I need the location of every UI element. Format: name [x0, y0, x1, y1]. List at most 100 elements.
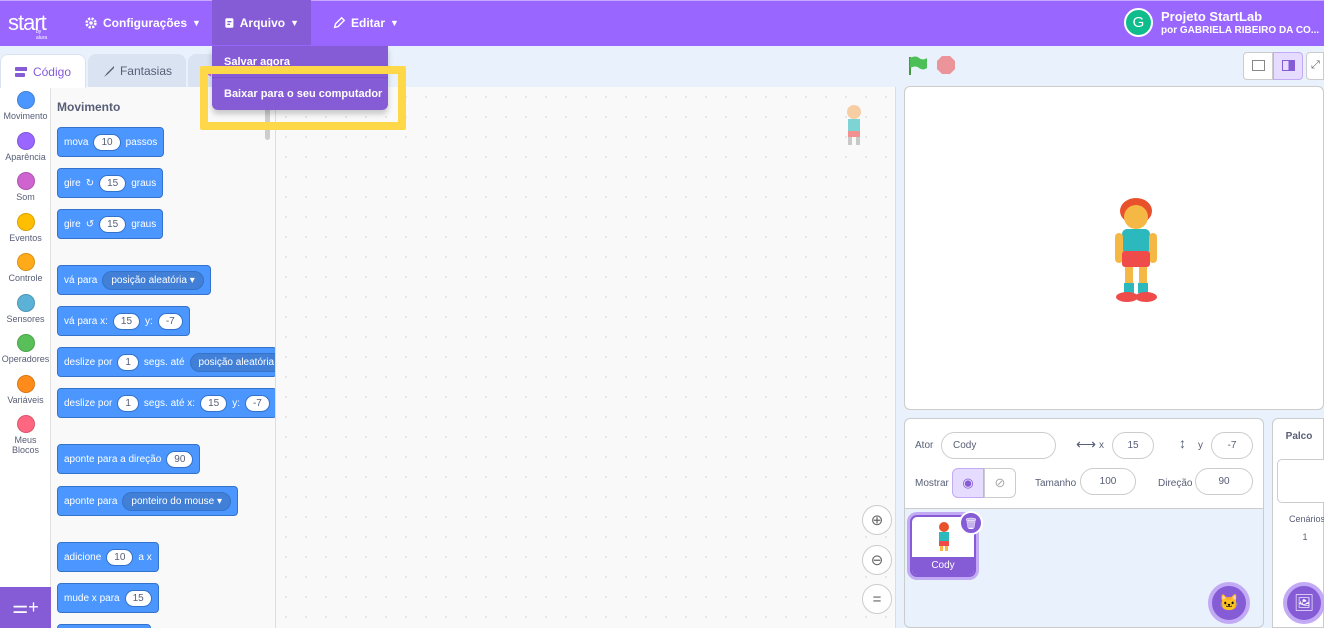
block-partial[interactable] [57, 624, 151, 628]
zoom-in-button[interactable]: ⊕ [862, 505, 892, 535]
block-go-to-xy[interactable]: vá para x: 15 y: -7 [57, 306, 190, 336]
block-go-to[interactable]: vá para posição aleatória ▾ [57, 265, 211, 295]
fullscreen-button[interactable]: ⤢ [1306, 52, 1324, 80]
show-hidden-button[interactable]: ⊘ [984, 468, 1016, 498]
block-input[interactable]: 15 [200, 394, 228, 412]
avatar: G [1124, 8, 1153, 37]
project-author: por GABRIELA RIBEIRO DA CO... [1161, 25, 1320, 36]
sprite-pane: Ator Cody ⟷ x 15 ↕ y -7 Mostrar ◉ ⊘ Tama… [904, 418, 1264, 628]
category-som[interactable]: Som [0, 172, 51, 202]
category-label: Variáveis [7, 394, 44, 405]
zoom-out-icon: ⊖ [870, 552, 884, 569]
block-dropdown[interactable]: posição aleatória ▾ [102, 270, 204, 290]
block-text: segs. até x: [143, 397, 196, 409]
category-label: Movimento [3, 111, 48, 121]
block-move-steps[interactable]: mova 10 passos [57, 127, 165, 157]
block-dropdown[interactable]: posição aleatória [189, 352, 275, 372]
stage-canvas[interactable] [904, 86, 1324, 410]
tab-code[interactable]: Código [0, 54, 86, 88]
dropdown-value: posição aleatória [111, 274, 187, 286]
block-palette: Movimento mova 10 passos gire ↻ 15 graus… [51, 87, 276, 628]
show-visible-button[interactable]: ◉ [952, 468, 984, 498]
code-workspace[interactable]: ⊕ ⊖ = [276, 87, 896, 628]
block-text: aponte para a direção [64, 453, 162, 465]
y-input[interactable]: -7 [1211, 432, 1253, 459]
menu-edit[interactable]: Editar ▼ [320, 0, 411, 45]
menu-settings[interactable]: Configurações ▼ [72, 0, 213, 45]
add-extension-button[interactable]: ⚌+ [0, 587, 51, 628]
delete-sprite-button[interactable]: 🗑 [959, 511, 983, 535]
x-label: x [1099, 440, 1104, 451]
sprite-preview-icon [847, 105, 861, 145]
tab-costumes[interactable]: Fantasias [88, 54, 186, 88]
block-point-towards[interactable]: aponte para ponteiro do mouse ▾ [57, 486, 239, 516]
category-dot-icon [16, 172, 35, 190]
chevron-down-icon: ▼ [390, 17, 399, 28]
backdrops-count: 1 [1302, 532, 1308, 542]
category-variáveis[interactable]: Variáveis [0, 374, 51, 405]
block-text: vá para [64, 274, 98, 286]
block-text: vá para x: [64, 315, 108, 327]
sprite-name-input[interactable]: Cody [941, 432, 1056, 459]
block-input[interactable]: 10 [93, 133, 121, 151]
category-movimento[interactable]: Movimento [0, 91, 51, 121]
block-input[interactable]: 15 [124, 589, 152, 607]
category-eventos[interactable]: Eventos [0, 212, 51, 243]
block-text: gire [64, 177, 81, 189]
category-controle[interactable]: Controle [0, 253, 51, 283]
project-title: Projeto StartLab [1161, 9, 1263, 24]
normal-stage-button[interactable] [1273, 52, 1303, 80]
block-glide-to-xy[interactable]: deslize por 1 segs. até x: 15 y: -7 [57, 388, 275, 418]
show-label: Mostrar [915, 478, 949, 489]
block-input[interactable]: 90 [166, 450, 194, 468]
block-input[interactable]: 15 [99, 174, 127, 192]
small-stage-icon [1252, 60, 1265, 71]
equals-icon: = [872, 590, 882, 608]
block-dropdown[interactable]: ponteiro do mouse ▾ [122, 491, 232, 511]
category-sensores[interactable]: Sensores [0, 293, 51, 324]
app-logo[interactable]: start by alura [8, 10, 47, 41]
trash-icon: 🗑 [964, 517, 978, 530]
size-input[interactable]: 100 [1080, 468, 1136, 495]
stop-icon[interactable] [936, 55, 956, 75]
category-label: Som [16, 192, 35, 202]
block-input[interactable]: 15 [99, 215, 127, 233]
category-operadores[interactable]: Operadores [0, 334, 51, 364]
green-flag-icon[interactable] [906, 55, 928, 77]
direction-label: Direção [1158, 478, 1193, 489]
block-glide-to[interactable]: deslize por 1 segs. até posição aleatóri… [57, 347, 275, 377]
direction-input[interactable]: 90 [1195, 468, 1253, 495]
block-turn-right[interactable]: gire ↻ 15 graus [57, 168, 164, 198]
zoom-out-button[interactable]: ⊖ [862, 545, 892, 575]
block-input[interactable]: 10 [106, 548, 134, 566]
sprite-cody[interactable] [1105, 195, 1167, 315]
eye-icon: ◉ [962, 475, 974, 490]
choose-sprite-button[interactable]: 🐱 [1208, 582, 1250, 624]
stage-header: ⤢ [896, 46, 1324, 86]
zoom-reset-button[interactable]: = [862, 584, 892, 614]
x-input[interactable]: 15 [1112, 432, 1154, 459]
block-point-direction[interactable]: aponte para a direção 90 [57, 444, 201, 474]
block-turn-left[interactable]: gire ↺ 15 graus [57, 209, 164, 239]
menu-file-label: Arquivo [239, 15, 286, 30]
block-change-x[interactable]: adicione 10 a x [57, 542, 159, 572]
block-input[interactable]: 1 [117, 353, 139, 371]
small-stage-button[interactable] [1243, 52, 1273, 80]
fullscreen-icon: ⤢ [1311, 59, 1320, 71]
category-meus-blocos[interactable]: Meus Blocos [0, 415, 51, 455]
block-input[interactable]: 15 [112, 312, 141, 330]
zoom-in-icon: ⊕ [870, 512, 884, 529]
choose-backdrop-button[interactable]: 🖼 [1283, 582, 1324, 624]
block-text: deslize por [64, 397, 113, 409]
block-input[interactable]: -7 [157, 312, 183, 330]
menu-file[interactable]: Arquivo ▼ [212, 0, 311, 45]
block-input[interactable]: 1 [117, 394, 139, 412]
category-aparência[interactable]: Aparência [0, 131, 51, 162]
eye-slash-icon: ⊘ [994, 475, 1006, 490]
stage-thumbnail[interactable] [1277, 459, 1324, 503]
block-set-x[interactable]: mude x para 15 [57, 583, 159, 613]
category-label: Meus Blocos [11, 435, 39, 455]
block-text: gire [64, 218, 81, 230]
block-input[interactable]: -7 [244, 394, 270, 412]
chevron-down-icon: ▼ [192, 17, 201, 28]
